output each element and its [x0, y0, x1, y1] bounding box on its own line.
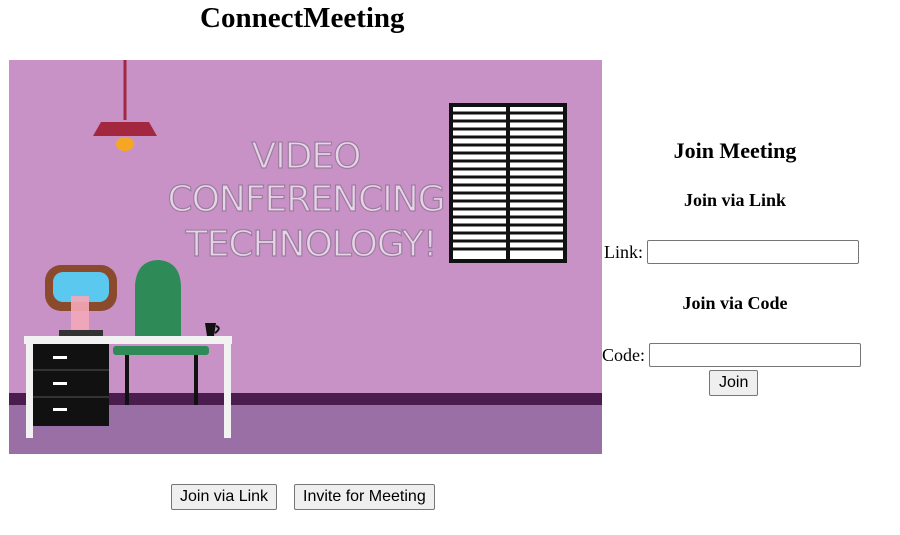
hero-illustration: VIDEO CONFERENCING TECHNOLOGY!	[9, 60, 602, 454]
code-input[interactable]	[649, 343, 861, 367]
code-label: Code:	[602, 344, 645, 365]
code-field-row: Code:	[602, 343, 861, 367]
join-meeting-heading: Join Meeting	[673, 138, 797, 163]
hero-headline-line-1: VIDEO	[251, 136, 360, 177]
join-via-link-button[interactable]: Join via Link	[171, 484, 278, 510]
link-label: Link:	[604, 241, 643, 262]
join-via-link-heading: Join via Link	[683, 190, 787, 210]
app-title: ConnectMeeting	[200, 2, 405, 34]
invite-for-meeting-button[interactable]: Invite for Meeting	[294, 484, 435, 510]
link-input[interactable]	[647, 240, 859, 264]
join-via-code-heading: Join via Code	[682, 293, 788, 313]
window-blinds-icon	[449, 103, 567, 263]
hero-headline-line-2: CONFERENCING	[167, 179, 444, 220]
link-field-row: Link:	[604, 240, 859, 264]
hero-headline-line-3: TECHNOLOGY!	[185, 224, 437, 265]
join-button[interactable]: Join	[709, 370, 759, 396]
